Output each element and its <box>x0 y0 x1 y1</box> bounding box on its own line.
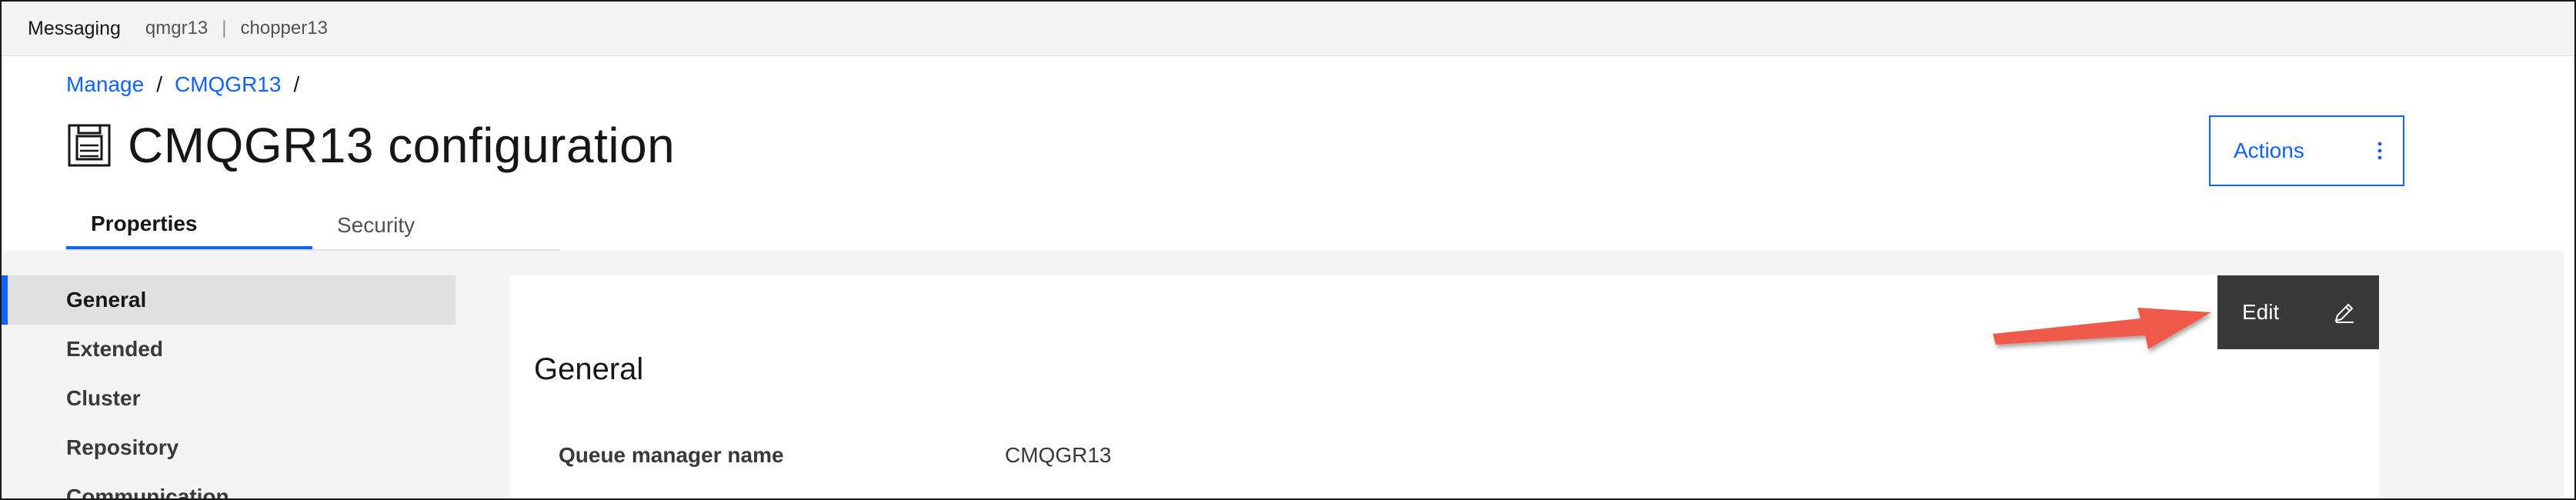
page-header: CMQGR13 configuration <box>66 117 675 174</box>
header-separator: | <box>222 18 227 38</box>
section-title: General <box>534 352 644 386</box>
actions-button[interactable]: Actions <box>2209 115 2404 186</box>
actions-button-label: Actions <box>2234 138 2304 162</box>
app-name[interactable]: Messaging <box>28 18 121 40</box>
app-window: Messaging qmgr13 | chopper13 Manage / CM… <box>0 0 2576 500</box>
breadcrumb: Manage / CMQGR13 / <box>66 72 312 97</box>
breadcrumb-separator: / <box>156 72 162 96</box>
queue-manager-name-value: CMQGR13 <box>1005 443 1112 467</box>
edit-button-label: Edit <box>2242 300 2280 324</box>
breadcrumb-qmgr-link[interactable]: CMQGR13 <box>175 72 281 97</box>
queue-manager-name-label: Queue manager name <box>559 443 784 467</box>
side-navigation: General Extended Cluster Repository Comm… <box>2 275 455 498</box>
annotation-arrow-icon <box>1993 308 2211 349</box>
overflow-menu-icon <box>2377 142 2382 160</box>
sidenav-item-general[interactable]: General <box>2 275 455 325</box>
tab-properties[interactable]: Properties <box>66 202 312 249</box>
pencil-icon <box>2334 303 2354 323</box>
queue-manager-icon <box>68 124 111 167</box>
tab-security[interactable]: Security <box>312 202 559 249</box>
sidenav-item-extended[interactable]: Extended <box>2 325 455 374</box>
top-header: Messaging qmgr13 | chopper13 <box>2 2 2574 56</box>
page-title: CMQGR13 configuration <box>128 118 676 173</box>
sidenav-item-cluster[interactable]: Cluster <box>2 374 455 423</box>
tab-list: Properties Security <box>66 202 560 251</box>
breadcrumb-manage-link[interactable]: Manage <box>66 72 144 97</box>
sidenav-item-communication[interactable]: Communication <box>2 472 455 498</box>
sidenav-item-repository[interactable]: Repository <box>2 423 455 472</box>
queue-manager-name: qmgr13 <box>145 18 209 38</box>
edit-button[interactable]: Edit <box>2217 275 2379 349</box>
host-name: chopper13 <box>240 18 328 38</box>
breadcrumb-separator: / <box>293 72 300 96</box>
